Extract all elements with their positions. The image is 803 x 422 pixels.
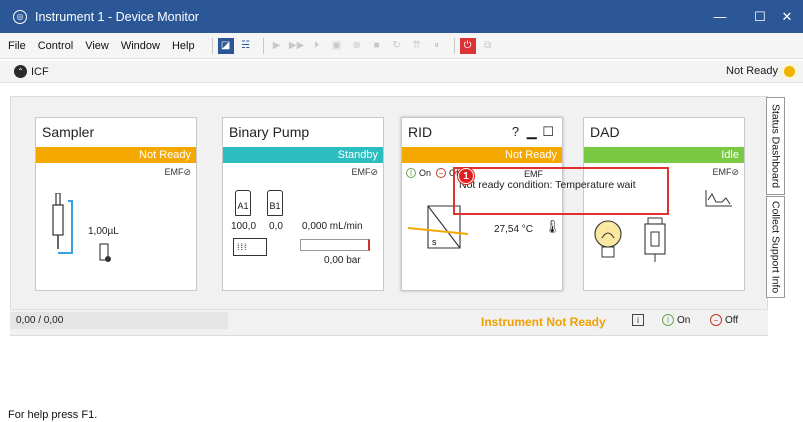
module-title: Binary Pump [229, 124, 310, 140]
module-title: RID [408, 124, 433, 140]
app-logo-icon: ◎ [13, 9, 27, 24]
info-button[interactable]: i [632, 314, 644, 326]
run-icon[interactable]: ▶ [269, 38, 285, 54]
instrument-on-button[interactable]: I On [662, 314, 690, 326]
pause-icon[interactable]: ⏸ [429, 38, 445, 54]
flow-rate: 0,000 mL/min [302, 221, 363, 232]
status-view-icon[interactable]: ☵ [238, 38, 254, 54]
solvent-bottle-b: B1 [267, 190, 283, 216]
menu-file[interactable]: File [8, 40, 26, 52]
not-ready-indicator-icon [784, 65, 795, 77]
abort-icon[interactable]: ⊗ [349, 38, 365, 54]
flow-icon[interactable]: ⇈ [409, 38, 425, 54]
section-label: ICF [31, 65, 49, 78]
stop-icon[interactable]: ■ [369, 38, 385, 54]
instrument-state: Not Ready [726, 65, 795, 77]
help-hint: For help press F1. [8, 409, 98, 421]
callout-badge: 1 [458, 168, 474, 184]
emf-indicator: EMF⊘ [712, 167, 739, 177]
emf-indicator: EMF⊘ [351, 167, 378, 177]
percent-a: 100,0 [231, 221, 257, 232]
instrument-status-line: ⌃ ICF Not Ready [0, 61, 803, 83]
chevron-up-icon[interactable]: ⌃ [14, 65, 27, 78]
resume-icon[interactable]: ⏵ [309, 38, 325, 54]
instrument-status-text: Instrument Not Ready [481, 315, 606, 329]
rid-on-button[interactable]: I On [406, 168, 431, 178]
tab-status-dashboard[interactable]: Status Dashboard [766, 97, 785, 195]
tab-collect-support-info[interactable]: Collect Support Info [766, 196, 785, 298]
pressure-gauge [300, 239, 370, 251]
run-sequence-icon[interactable]: ▶▶ [289, 38, 305, 54]
svg-text:s: s [432, 237, 437, 247]
layout-icon[interactable]: ◪ [217, 37, 234, 54]
injection-volume: 1,00µL [88, 226, 119, 237]
module-status-bar: Standby [223, 147, 383, 163]
syringe-icon [52, 193, 73, 254]
not-ready-tooltip: Not ready condition: Temperature wait [453, 167, 669, 215]
maximize-module-icon[interactable]: ☐ [542, 124, 554, 139]
toolbar-separator [211, 37, 213, 54]
module-status-bar: Not Ready [36, 147, 196, 163]
vial-icon [99, 243, 111, 262]
instrument-state-text: Not Ready [726, 65, 778, 77]
module-status-bar: Idle [584, 147, 744, 163]
menu-window[interactable]: Window [121, 40, 160, 52]
module-sampler[interactable]: Sampler Not Ready EMF⊘ 1,00µL [35, 117, 197, 291]
menu-bar: File Control View Window Help ◪ ☵ ▶ ▶▶ ⏵… [0, 33, 803, 59]
solvent-bottle-a: A1 [235, 190, 251, 216]
toolbar-separator [453, 37, 455, 54]
spectrum-icon [705, 190, 732, 207]
help-button[interactable]: ? [512, 124, 519, 139]
module-binary-pump[interactable]: Binary Pump Standby EMF⊘ A1 B1 100,0 0,0… [222, 117, 384, 291]
rid-temperature: 27,54 °C [494, 224, 534, 235]
power-icon[interactable]: ⏻ [459, 37, 476, 54]
window-title-bar: ◎ Instrument 1 - Device Monitor — ☐ ✕ [0, 0, 803, 33]
tooltip-text: Not ready condition: Temperature wait [459, 179, 636, 191]
power-on-icon: I [662, 314, 674, 326]
detector-lamp-icon [644, 217, 666, 262]
menu-help[interactable]: Help [172, 40, 195, 52]
snapshot-icon[interactable]: ▣ [329, 38, 345, 54]
dashboard-panel: Sampler Not Ready EMF⊘ 1,00µL Binary Pum… [10, 96, 768, 336]
toolbar-separator [262, 37, 264, 54]
minimize-module-icon[interactable]: ▁ [527, 124, 537, 139]
refresh-icon[interactable]: ↻ [389, 38, 405, 54]
run-progress: 0,00 / 0,00 [10, 312, 228, 329]
lamp-icon [594, 220, 622, 258]
module-window-controls: ? ▁ ☐ [512, 124, 554, 140]
minimize-button[interactable]: — [700, 0, 740, 33]
network-icon[interactable]: ⧉ [480, 38, 496, 54]
module-status-bar: Not Ready [402, 147, 562, 163]
pressure: 0,00 bar [324, 255, 361, 266]
emf-indicator: EMF⊘ [164, 167, 191, 177]
instrument-off-button[interactable]: − Off [710, 314, 738, 326]
menu-view[interactable]: View [85, 40, 109, 52]
module-title: Sampler [42, 124, 95, 140]
power-off-icon: − [710, 314, 722, 326]
thermometer-icon: 🌡 [544, 219, 561, 234]
window-title: Instrument 1 - Device Monitor [35, 9, 199, 24]
valve-icon: ⁞⁞⁞ [233, 238, 267, 256]
module-title: DAD [590, 124, 620, 140]
close-button[interactable]: ✕ [771, 0, 803, 33]
percent-b: 0,0 [269, 221, 283, 232]
menu-control[interactable]: Control [38, 40, 73, 52]
